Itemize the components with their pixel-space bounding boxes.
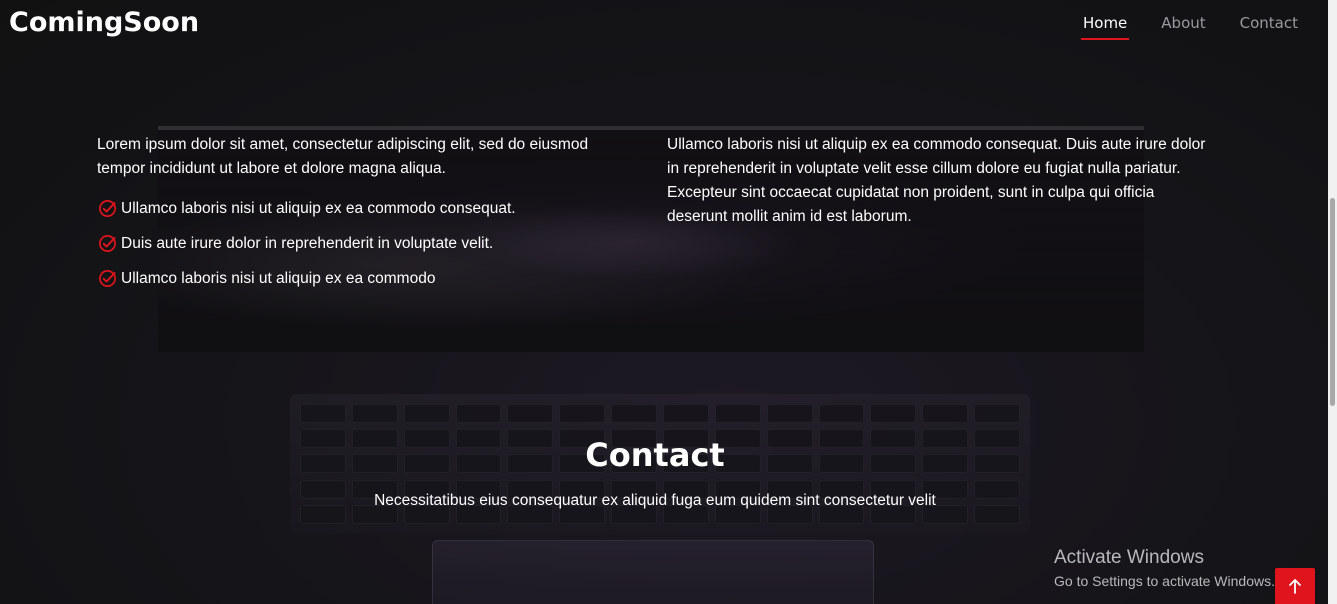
- main-content: Lorem ipsum dolor sit amet, consectetur …: [0, 0, 1328, 604]
- back-to-top-button[interactable]: [1275, 568, 1315, 604]
- contact-section-title: Contact: [585, 436, 725, 474]
- about-intro-text: Lorem ipsum dolor sit amet, consectetur …: [97, 136, 589, 177]
- about-left-column: Lorem ipsum dolor sit amet, consectetur …: [97, 133, 637, 296]
- check-circle-icon: [97, 234, 117, 254]
- check-circle-icon: [97, 269, 117, 289]
- checklist-item-text: Ullamco laboris nisi ut aliquip ex ea co…: [121, 199, 516, 217]
- page-scrollbar[interactable]: [1328, 0, 1337, 604]
- about-right-column: Ullamco laboris nisi ut aliquip ex ea co…: [667, 133, 1207, 229]
- scrollbar-thumb[interactable]: [1330, 198, 1335, 406]
- feature-checklist: Ullamco laboris nisi ut aliquip ex ea co…: [97, 191, 637, 296]
- checklist-item-text: Ullamco laboris nisi ut aliquip ex ea co…: [121, 269, 436, 287]
- checklist-item-text: Duis aute irure dolor in reprehenderit i…: [121, 234, 494, 252]
- activate-windows-watermark: Activate Windows Go to Settings to activ…: [1054, 546, 1275, 591]
- checklist-item: Ullamco laboris nisi ut aliquip ex ea co…: [97, 191, 637, 226]
- watermark-subtitle: Go to Settings to activate Windows.: [1054, 573, 1275, 589]
- checklist-item: Duis aute irure dolor in reprehenderit i…: [97, 226, 637, 261]
- contact-section-subtitle: Necessitatibus eius consequatur ex aliqu…: [374, 492, 936, 509]
- arrow-up-icon: [1288, 578, 1302, 599]
- checklist-item: Ullamco laboris nisi ut aliquip ex ea co…: [97, 261, 637, 296]
- check-circle-icon: [97, 199, 117, 219]
- watermark-title: Activate Windows: [1054, 547, 1204, 568]
- about-detail-text: Ullamco laboris nisi ut aliquip ex ea co…: [667, 136, 1206, 225]
